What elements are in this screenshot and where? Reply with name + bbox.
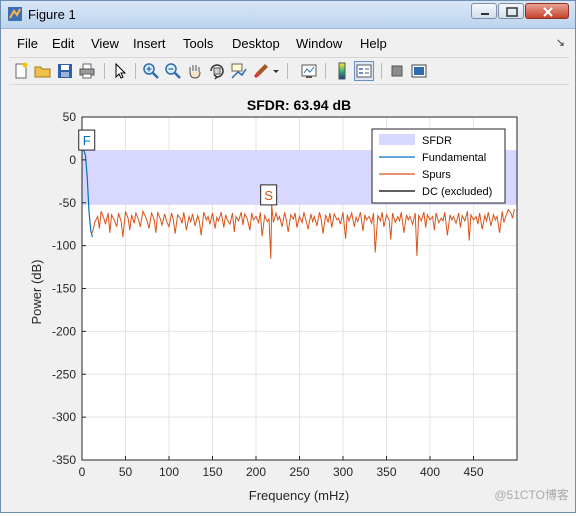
y-tick-label: -50 (59, 196, 77, 210)
matlab-app-icon (8, 7, 22, 21)
open-file-icon[interactable] (33, 61, 53, 81)
legend-entry: Spurs (422, 169, 451, 181)
hide-plot-tools-icon[interactable] (387, 61, 407, 81)
menu-view[interactable]: View (91, 36, 119, 51)
save-icon[interactable] (55, 61, 75, 81)
x-tick-label: 200 (246, 465, 266, 479)
legend-entry: Fundamental (422, 152, 486, 164)
x-tick-label: 50 (119, 465, 133, 479)
print-icon[interactable] (77, 61, 97, 81)
legend-entry: DC (excluded) (422, 186, 492, 198)
y-tick-label: -100 (52, 239, 76, 253)
x-tick-label: 400 (420, 465, 440, 479)
toolbar-separator (135, 63, 136, 79)
insert-colorbar-icon[interactable] (332, 61, 352, 81)
pointer-icon[interactable] (110, 61, 130, 81)
axes[interactable]: 0 50 100 150 200 250 300 350 400 450500-50-100-15… (52, 110, 518, 479)
figure-toolbar (9, 57, 569, 85)
menu-insert[interactable]: Insert (133, 36, 166, 51)
y-tick-label: -300 (52, 410, 76, 424)
y-tick-label: -150 (52, 282, 76, 296)
y-tick-label: -200 (52, 324, 76, 338)
zoom-out-icon[interactable] (163, 61, 183, 81)
brush-dropdown-icon[interactable] (271, 61, 281, 81)
legend-entry: SFDR (422, 135, 452, 147)
x-tick-label: 100 (159, 465, 179, 479)
toolbar-separator (104, 63, 105, 79)
title-bar[interactable]: Figure 1 (1, 1, 575, 29)
minimize-icon (481, 13, 489, 15)
x-tick-label: 250 (289, 465, 309, 479)
menu-bar: File Edit View Insert Tools Desktop Wind… (9, 34, 569, 54)
plot-svg[interactable]: SFDR: 63.94 dB 0 50 100 150 200 250 300 350 400 4… (9, 86, 569, 511)
menu-tools[interactable]: Tools (183, 36, 213, 51)
data-cursor-icon[interactable] (229, 61, 249, 81)
insert-legend-icon[interactable] (354, 61, 374, 81)
maximize-icon (506, 7, 518, 17)
x-tick-label: 300 (333, 465, 353, 479)
figure-window: Figure 1 File Edit View Insert Tools Des… (0, 0, 576, 513)
close-button[interactable] (525, 3, 569, 19)
x-tick-label: 450 (463, 465, 483, 479)
maximize-button[interactable] (498, 3, 524, 19)
x-tick-label: 0 (79, 465, 86, 479)
marker-label-f: F (83, 133, 91, 148)
toolbar-separator (381, 63, 382, 79)
toolbar-separator (287, 63, 288, 79)
y-tick-label: 50 (63, 110, 77, 124)
menu-file[interactable]: File (17, 36, 38, 51)
menu-window[interactable]: Window (296, 36, 342, 51)
y-tick-label: -350 (52, 453, 76, 467)
link-plot-icon[interactable] (299, 61, 319, 81)
legend-swatch (379, 134, 415, 145)
minimize-button[interactable] (471, 3, 497, 19)
x-tick-label: 350 (376, 465, 396, 479)
rotate-3d-icon[interactable] (207, 61, 227, 81)
dock-arrow-icon[interactable]: ↘ (556, 36, 565, 49)
brush-icon[interactable] (251, 61, 271, 81)
menu-help[interactable]: Help (360, 36, 387, 51)
y-tick-label: 0 (69, 153, 76, 167)
show-plot-tools-icon[interactable] (409, 61, 429, 81)
menu-desktop[interactable]: Desktop (232, 36, 280, 51)
window-title: Figure 1 (28, 7, 76, 22)
toolbar-separator (325, 63, 326, 79)
figure-canvas[interactable]: SFDR: 63.94 dB 0 50 100 150 200 250 300 350 400 4… (9, 86, 569, 511)
y-axis-label: Power (dB) (29, 259, 44, 324)
close-icon (543, 7, 553, 17)
chart-title: SFDR: 63.94 dB (247, 97, 351, 113)
x-axis-label: Frequency (mHz) (249, 488, 349, 503)
marker-label-s: S (264, 188, 273, 203)
new-figure-icon[interactable] (11, 61, 31, 81)
watermark: @51CTO博客 (494, 488, 569, 502)
y-tick-label: -250 (52, 367, 76, 381)
x-tick-label: 150 (202, 465, 222, 479)
pan-icon[interactable] (185, 61, 205, 81)
menu-edit[interactable]: Edit (52, 36, 74, 51)
zoom-in-icon[interactable] (141, 61, 161, 81)
